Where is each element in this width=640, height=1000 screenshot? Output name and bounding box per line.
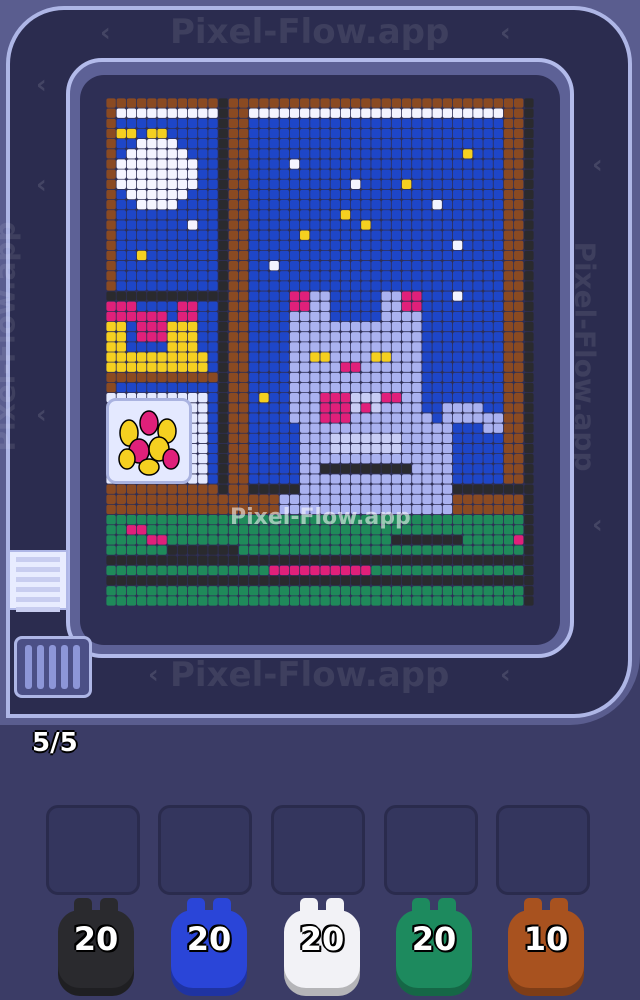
empty-slot[interactable] [496, 805, 590, 895]
jelly-bean-jar-icon[interactable] [106, 398, 192, 484]
empty-slot[interactable] [271, 805, 365, 895]
chevron-left-icon: ‹ [592, 510, 603, 540]
shooter-green[interactable]: 20 [396, 898, 472, 998]
watermark-left: Pixel-Flow.app [0, 221, 22, 452]
chevron-left-icon: ‹ [36, 400, 47, 430]
empty-slot[interactable] [384, 805, 478, 895]
shooter-black[interactable]: 20 [58, 898, 134, 998]
watermark-center: Pixel-Flow.app [230, 505, 411, 530]
shooter-white[interactable]: 20 [284, 898, 360, 998]
shooter-count: 10 [523, 920, 569, 958]
chevron-left-icon: ‹ [592, 150, 603, 180]
watermark-top: Pixel-Flow.app [170, 12, 450, 52]
shooter-count: 20 [411, 920, 457, 958]
shooter-count: 20 [186, 920, 232, 958]
watermark-bottom: Pixel-Flow.app [170, 655, 450, 695]
shooter-count: 20 [73, 920, 119, 958]
chevron-left-icon: ‹ [500, 18, 511, 48]
chevron-left-icon: ‹ [100, 18, 111, 48]
empty-slot[interactable] [46, 805, 140, 895]
conveyor-spool [14, 636, 92, 698]
shooter-blue[interactable]: 20 [171, 898, 247, 998]
empty-slot[interactable] [158, 805, 252, 895]
shooter-count: 20 [299, 920, 345, 958]
chevron-left-icon: ‹ [148, 660, 159, 690]
jelly-beans-icon [118, 410, 180, 476]
progress-counter: 5/5 [32, 728, 78, 758]
shooter-brown[interactable]: 10 [508, 898, 584, 998]
used-shooter-stack [8, 550, 68, 612]
chevron-left-icon: ‹ [500, 660, 511, 690]
chevron-left-icon: ‹ [36, 70, 47, 100]
chevron-left-icon: ‹ [36, 170, 47, 200]
